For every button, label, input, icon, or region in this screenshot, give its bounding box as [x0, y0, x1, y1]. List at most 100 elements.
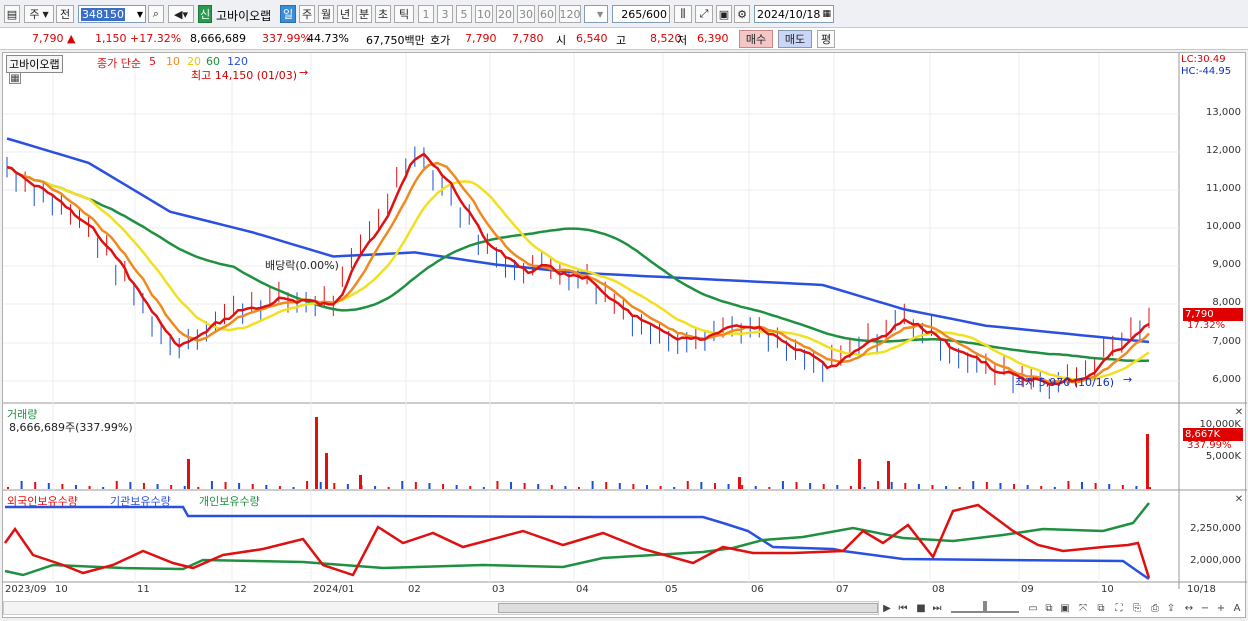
zoom-in-icon[interactable]: + [1215, 602, 1227, 614]
speaker-icon[interactable]: ◀▾ [168, 5, 194, 23]
interval-5[interactable]: 5 [456, 5, 472, 23]
market-select[interactable]: 주 ▼ [24, 5, 54, 23]
volume-pct: 337.99% [262, 32, 311, 45]
scroll-right-icon[interactable]: ▶ [881, 602, 893, 614]
zoom-out-icon[interactable]: − [1199, 602, 1211, 614]
interval-120[interactable]: 120 [559, 5, 581, 23]
volume-bar [754, 486, 757, 489]
tab-day[interactable]: 일 [280, 5, 296, 23]
volume-bar [999, 483, 1002, 489]
scrollbar-thumb[interactable] [498, 603, 878, 613]
volume-bar [1053, 487, 1056, 489]
layout-2-icon[interactable]: ⧉ [1043, 602, 1055, 614]
volume-bar [278, 486, 281, 489]
volume-bar [374, 486, 377, 489]
volume-bar [1094, 483, 1097, 489]
open: 6,540 [576, 32, 608, 45]
save-icon[interactable]: ▣ [716, 5, 732, 23]
volume-spike-bar [738, 477, 741, 489]
volume-bar [618, 483, 621, 489]
fit-icon[interactable]: ⛶ [1113, 602, 1125, 614]
fast-forward-icon[interactable]: ⏭ [931, 602, 943, 614]
x-tick-02: 02 [408, 584, 421, 595]
calendar-icon[interactable]: ▦ [822, 9, 831, 19]
export-icon[interactable]: ⇪ [1165, 602, 1177, 614]
y-tick-8000: 8,000 [1212, 297, 1241, 308]
print-icon[interactable]: ⎙ [1149, 602, 1161, 614]
date-input[interactable]: 2024/10/18 ▦ [754, 5, 834, 23]
volume-bar [659, 486, 662, 489]
gear-icon[interactable]: ⚙ [734, 5, 750, 23]
volume-bar [1108, 484, 1111, 489]
volume-bar [591, 481, 594, 489]
draw-tool-icon[interactable]: ⤢ [695, 5, 713, 23]
current-pct: 17.32% [1187, 320, 1226, 331]
ma10-line [6, 161, 1150, 384]
x-tick-03: 03 [492, 584, 505, 595]
crosshair-icon[interactable]: ⤧ [1077, 602, 1089, 614]
ma120-line [6, 137, 1150, 344]
custom-interval-select[interactable]: ▼ [584, 5, 608, 23]
code-input[interactable]: 348150 ▼ [78, 5, 146, 23]
low-label: 저 [677, 34, 688, 47]
count-input[interactable]: 265/600 [612, 5, 670, 23]
pan-icon[interactable]: ↔ [1183, 602, 1195, 614]
toolbar: ▤ 주 ▼ 전 348150 ▼ ⌕ ◀▾ 신 고바이오랩 일 주 월 년 분 초 … [0, 0, 1248, 28]
volume-bar [822, 484, 825, 489]
volume-bar [673, 487, 676, 489]
tab-minute[interactable]: 분 [356, 5, 372, 23]
capture-icon[interactable]: ⎘ [1131, 602, 1143, 614]
volume-bar [387, 487, 390, 489]
tab-week[interactable]: 주 [299, 5, 315, 23]
interval-1[interactable]: 1 [418, 5, 434, 23]
copy-icon[interactable]: ⧉ [1095, 602, 1107, 614]
rewind-icon[interactable]: ⏮ [897, 602, 909, 614]
volume-value: 8,666,689주(337.99%) [9, 421, 133, 434]
interval-30[interactable]: 30 [517, 5, 535, 23]
volume-spike-bar [858, 459, 861, 489]
close-volume-icon[interactable]: ✕ [1233, 406, 1245, 418]
interval-10[interactable]: 10 [475, 5, 493, 23]
date-value: 2024/10/18 [757, 7, 821, 21]
price: 7,790 [32, 32, 64, 45]
stop-icon[interactable]: ■ [915, 602, 927, 614]
volume-spike-bar [325, 453, 328, 489]
horizontal-scrollbar[interactable] [3, 601, 879, 615]
x-tick-11: 11 [137, 584, 150, 595]
volume-bar [47, 483, 50, 489]
volume: 8,666,689 [190, 32, 246, 45]
sell-button[interactable]: 매도 [778, 30, 812, 48]
layout-1-icon[interactable]: ▭ [1027, 602, 1039, 614]
interval-20[interactable]: 20 [496, 5, 514, 23]
buy-button[interactable]: 매수 [739, 30, 773, 48]
window-menu-icon[interactable]: ▤ [4, 5, 20, 23]
search-icon[interactable]: ⌕ [148, 5, 164, 23]
candle-type-icon[interactable]: ⫼ [674, 5, 692, 23]
zoom-slider[interactable] [951, 601, 1019, 613]
grid-icon[interactable]: ▦ [9, 72, 21, 84]
interval-60[interactable]: 60 [538, 5, 556, 23]
layout-3-icon[interactable]: ▣ [1059, 602, 1071, 614]
close-holdings-icon[interactable]: ✕ [1233, 493, 1245, 505]
interval-3[interactable]: 3 [437, 5, 453, 23]
x-tick-10-2024: 10 [1101, 584, 1114, 595]
y-tick-6000: 6,000 [1212, 374, 1241, 385]
hc-label: HC:-44.95 [1181, 66, 1232, 77]
auto-scale-icon[interactable]: A [1231, 602, 1243, 614]
volume-bar [795, 482, 798, 489]
prev-button[interactable]: 전 [56, 5, 74, 23]
turnover: 44.73% [307, 32, 349, 45]
zoom-slider-handle[interactable] [983, 601, 987, 613]
tab-second[interactable]: 초 [375, 5, 391, 23]
volume-bar [741, 485, 744, 489]
tab-month[interactable]: 월 [318, 5, 334, 23]
tab-tick[interactable]: 틱 [394, 5, 414, 23]
volume-bar [238, 483, 241, 489]
volume-bar [346, 484, 349, 489]
tab-year[interactable]: 년 [337, 5, 353, 23]
x-tick-10: 10 [55, 584, 68, 595]
bid: 7,780 [512, 32, 544, 45]
eval-button[interactable]: 평 [817, 30, 835, 48]
volume-bar [265, 485, 268, 489]
volume-bar [1013, 484, 1016, 489]
